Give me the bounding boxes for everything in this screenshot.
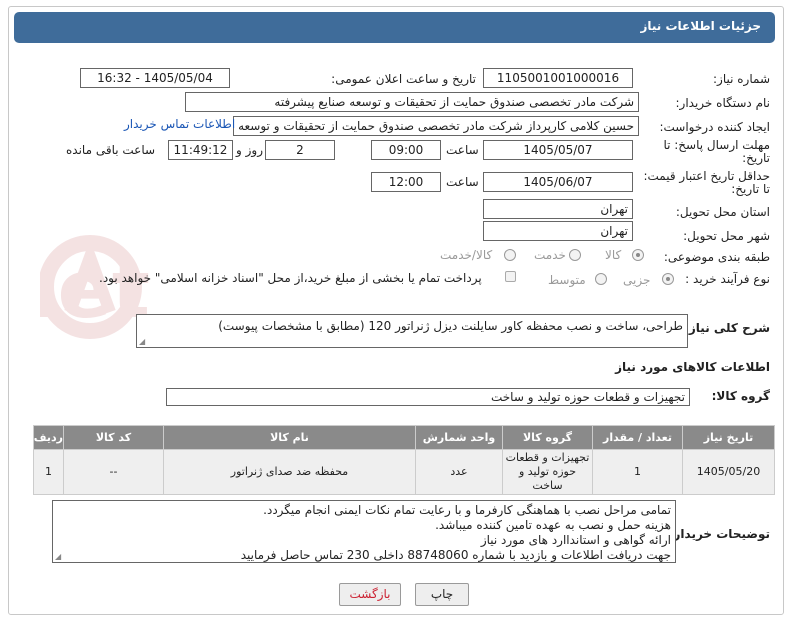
col-header-need-date: تاریخ نیاز <box>682 425 775 450</box>
panel-title: جزئیات اطلاعات نیاز <box>640 19 761 33</box>
category-option-goods-service: کالا/خدمت <box>440 248 493 262</box>
summary-text: طراحی، ساخت و نصب محفظه کاور سایلنت دیزل… <box>218 319 683 333</box>
creator-field: حسین کلامی کارپرداز شرکت مادر تخصصی صندو… <box>233 116 639 136</box>
deadline-label-2: تاریخ: <box>742 151 770 165</box>
province-label: استان محل تحویل: <box>675 205 770 219</box>
remaining-time-field: 11:49:12 <box>168 140 233 160</box>
goods-group-label: گروه کالا: <box>711 389 770 403</box>
cell-name: محفظه ضد صدای ژنراتور <box>163 449 416 495</box>
panel-header: جزئیات اطلاعات نیاز <box>14 12 775 43</box>
process-label: نوع فرآیند خرید : <box>685 272 770 286</box>
items-table: تاریخ نیاز تعداد / مقدار گروه کالا واحد … <box>33 425 775 495</box>
buyer-org-field: شرکت مادر تخصصی صندوق حمایت از تحقیقات و… <box>185 92 639 112</box>
buyer-note-line: هزینه حمل و نصب به عهده تامین کننده میبا… <box>435 518 671 532</box>
process-radio-medium[interactable] <box>595 273 607 285</box>
category-radio-service[interactable] <box>569 249 581 261</box>
price-time-label: ساعت <box>446 175 479 189</box>
price-validity-label-2: تا تاریخ: <box>731 182 770 196</box>
need-number-label: شماره نیاز: <box>713 72 770 86</box>
deadline-time-label: ساعت <box>446 143 479 157</box>
cell-quantity: 1 <box>592 449 683 495</box>
price-time-field: 12:00 <box>371 172 441 192</box>
category-radio-goods-service[interactable] <box>504 249 516 261</box>
col-header-group: گروه کالا <box>502 425 593 450</box>
print-button[interactable]: چاپ <box>415 583 469 606</box>
buyer-notes-textarea[interactable]: تمامی مراحل نصب با هماهنگی کارفرما و با … <box>52 500 676 563</box>
goods-section-title: اطلاعات کالاهای مورد نیاز <box>615 360 770 374</box>
back-button[interactable]: بازگشت <box>339 583 401 606</box>
category-option-goods: کالا <box>605 248 622 262</box>
price-validity-label: حداقل تاریخ اعتبار قیمت: <box>643 169 770 183</box>
cell-row: 1 <box>33 449 64 495</box>
cell-unit: عدد <box>415 449 503 495</box>
category-label: طبقه بندی موضوعی: <box>663 250 770 264</box>
days-field: 2 <box>265 140 335 160</box>
category-radio-goods[interactable] <box>632 249 644 261</box>
process-radio-minor[interactable] <box>662 273 674 285</box>
col-header-code: کد کالا <box>63 425 164 450</box>
need-number-field: 1105001001000016 <box>483 68 633 88</box>
deadline-time-field: 09:00 <box>371 140 441 160</box>
province-field: تهران <box>483 199 633 219</box>
price-date-field: 1405/06/07 <box>483 172 633 192</box>
table-row: 1405/05/20 1 تجهیزات و قطعات حوزه تولید … <box>33 449 775 495</box>
deadline-label: مهلت ارسال پاسخ: تا <box>663 138 770 152</box>
creator-label: ایجاد کننده درخواست: <box>659 120 770 134</box>
resize-grip-icon[interactable]: ◢ <box>55 553 61 561</box>
col-header-row: ردیف <box>33 425 64 450</box>
buyer-contact-link[interactable]: اطلاعات تماس خریدار <box>124 117 235 131</box>
deadline-date-field: 1405/05/07 <box>483 140 633 160</box>
category-option-service: خدمت <box>534 248 566 262</box>
summary-textarea[interactable]: طراحی، ساخت و نصب محفظه کاور سایلنت دیزل… <box>136 314 688 348</box>
buyer-note-line: ارائه گواهی و استانداارد های مورد نیاز <box>480 533 671 547</box>
remaining-label: ساعت باقی مانده <box>66 143 156 157</box>
goods-group-field: تجهیزات و قطعات حوزه تولید و ساخت <box>166 388 690 406</box>
resize-grip-icon[interactable]: ◢ <box>139 338 145 346</box>
city-field: تهران <box>483 221 633 241</box>
treasury-payment-note: پرداخت تمام یا بخشی از مبلغ خرید،از محل … <box>99 271 482 285</box>
col-header-quantity: تعداد / مقدار <box>592 425 683 450</box>
buyer-org-label: نام دستگاه خریدار: <box>675 96 771 110</box>
col-header-unit: واحد شمارش <box>415 425 503 450</box>
cell-group: تجهیزات و قطعات حوزه تولید و ساخت <box>502 449 593 495</box>
summary-label: شرح کلی نیاز: <box>684 321 770 335</box>
cell-code: -- <box>63 449 164 495</box>
cell-need-date: 1405/05/20 <box>682 449 775 495</box>
city-label: شهر محل تحویل: <box>683 229 770 243</box>
process-option-medium: متوسط <box>548 273 586 287</box>
announce-label: تاریخ و ساعت اعلان عمومی: <box>331 72 476 86</box>
table-header-row: تاریخ نیاز تعداد / مقدار گروه کالا واحد … <box>33 425 775 450</box>
buyer-notes-label: توضیحات خریدار: <box>668 527 770 541</box>
announce-field: 1405/05/04 - 16:32 <box>80 68 230 88</box>
days-label: روز و <box>236 143 263 157</box>
col-header-name: نام کالا <box>163 425 416 450</box>
watermark-text: AriaTender.net <box>40 243 150 336</box>
treasury-payment-checkbox[interactable] <box>505 271 516 282</box>
buyer-note-line: تمامی مراحل نصب با هماهنگی کارفرما و با … <box>263 503 671 517</box>
buyer-note-line: جهت دریافت اطلاعات و بازدید با شماره 887… <box>240 548 671 562</box>
process-option-minor: جزیی <box>623 273 651 287</box>
